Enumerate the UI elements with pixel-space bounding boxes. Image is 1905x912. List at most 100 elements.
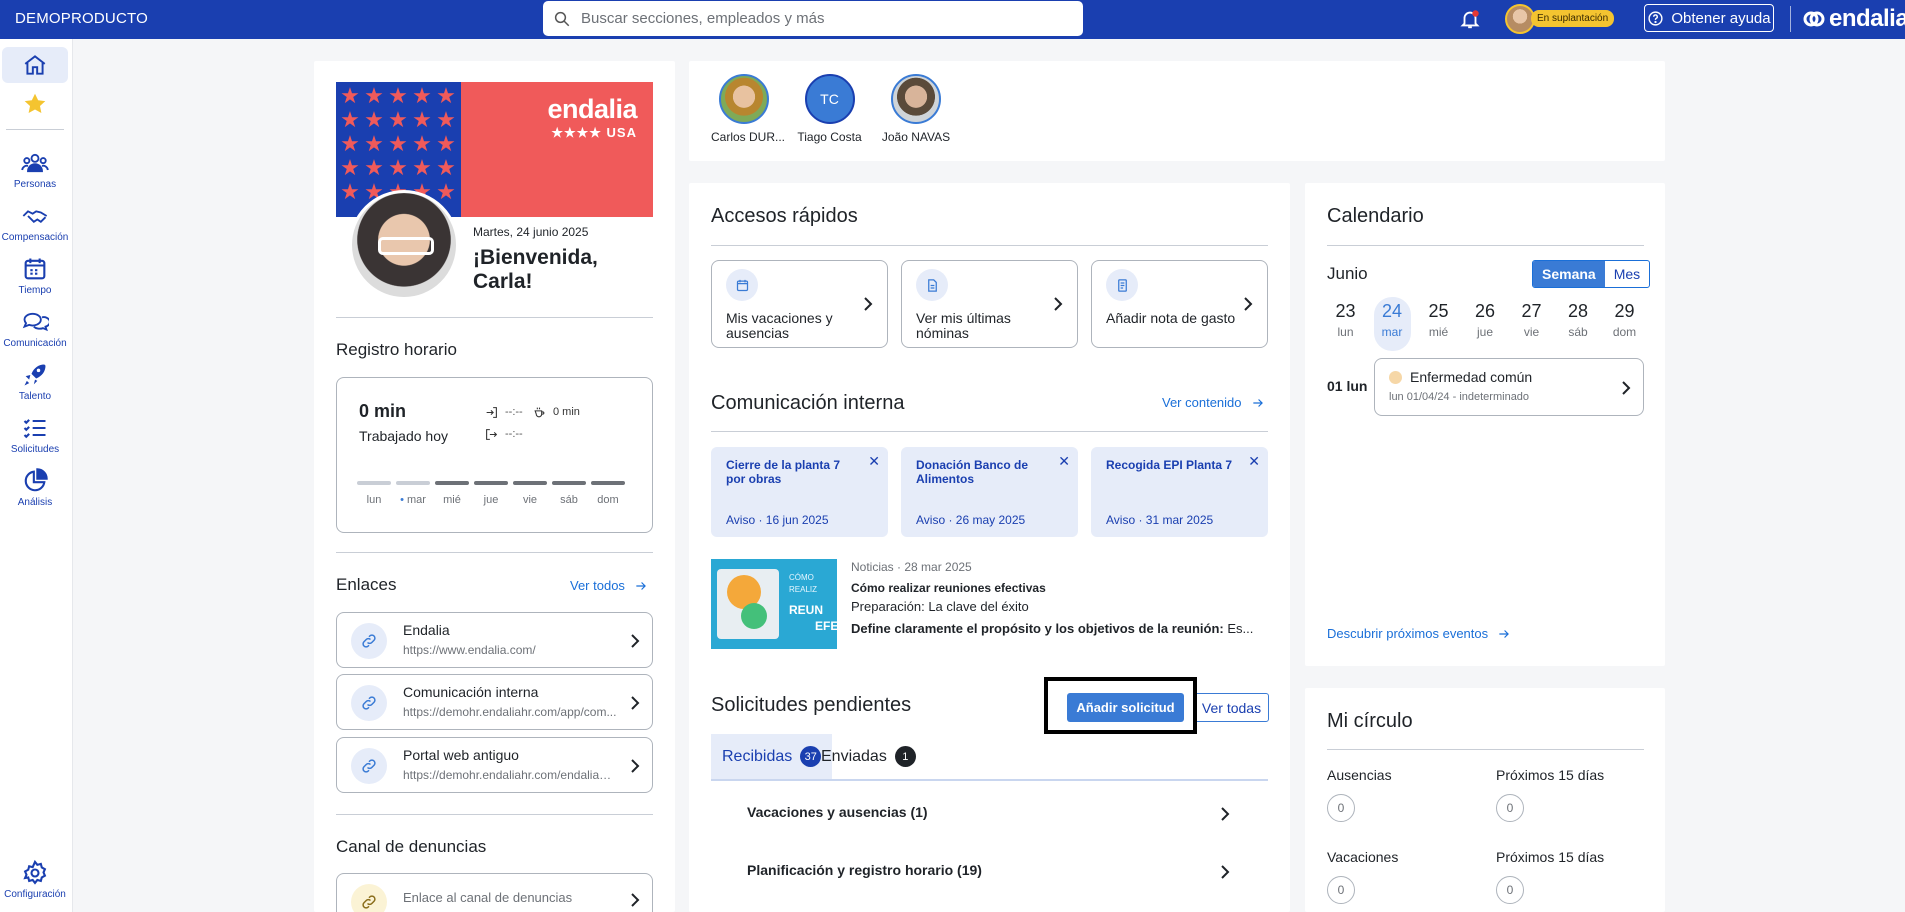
- calendar-day[interactable]: 23 lun: [1327, 297, 1364, 351]
- notice-title: Recogida EPI Planta 7: [1106, 458, 1233, 472]
- circle-count[interactable]: 0: [1496, 876, 1524, 904]
- sidebar-item-compensacion[interactable]: Compensación: [0, 202, 70, 243]
- notice-card[interactable]: Donación Banco de Alimentos ✕ Aviso · 26…: [901, 447, 1078, 537]
- requests-tabs: Recibidas 37 Enviadas 1: [711, 734, 1268, 781]
- calendar-event[interactable]: Enfermedad común lun 01/04/24 - indeterm…: [1374, 358, 1644, 416]
- close-icon[interactable]: ✕: [868, 453, 880, 470]
- search-input[interactable]: [581, 10, 1061, 27]
- team-strip: Carlos DUR... TC Tiago Costa João NAVAS: [689, 61, 1665, 161]
- endalia-logo[interactable]: endalia: [1802, 5, 1905, 33]
- impersonation-indicator[interactable]: En suplantación: [1505, 2, 1615, 35]
- news-excerpt-line1: Preparación: La clave del éxito: [851, 599, 1029, 614]
- tab-enviadas[interactable]: Enviadas 1: [810, 734, 927, 779]
- star-icon: [24, 93, 46, 113]
- week-strip: 23 lun 24 mar 25 mié 26 jue 27 vie 28 sáb 29 do…: [1327, 297, 1643, 351]
- calendar-day-selected[interactable]: 24 mar: [1373, 297, 1411, 351]
- sidebar-item-tiempo[interactable]: Tiempo: [0, 255, 70, 296]
- link-item[interactable]: Comunicación interna https://demohr.enda…: [336, 674, 653, 730]
- link-icon: [362, 759, 376, 773]
- current-date: Martes, 24 junio 2025: [473, 225, 589, 239]
- chevron-right-icon: [631, 634, 640, 648]
- document-icon: [927, 278, 937, 292]
- coffee-icon: [534, 407, 545, 418]
- enlaces-see-all-link[interactable]: Ver todos: [570, 578, 648, 593]
- clock-out-time: --:--: [505, 428, 523, 440]
- see-all-requests-button[interactable]: Ver todas: [1194, 693, 1269, 722]
- calendar-day[interactable]: 26 jue: [1467, 297, 1504, 351]
- calendar-day[interactable]: 28 sáb: [1560, 297, 1597, 351]
- sidebar-item-label: Tiempo: [18, 285, 52, 296]
- section-title-enlaces: Enlaces: [336, 575, 397, 594]
- pie-chart-icon: [24, 468, 48, 492]
- sidebar-item-label: Análisis: [17, 497, 53, 508]
- day-cell: mié: [435, 481, 469, 506]
- link-icon: [362, 634, 376, 648]
- chevron-right-icon: [1221, 807, 1230, 821]
- help-button[interactable]: Obtener ayuda: [1644, 4, 1774, 32]
- whistleblower-link[interactable]: Enlace al canal de denuncias: [336, 873, 653, 912]
- time-tracking-box[interactable]: 0 min Trabajado hoy --:-- --:-- 0 min lu…: [336, 377, 653, 533]
- link-name: Portal web antiguo: [403, 747, 519, 763]
- sidebar-item-label: Compensación: [1, 232, 69, 243]
- circle-count[interactable]: 0: [1496, 794, 1524, 822]
- quick-access-gasto[interactable]: Añadir nota de gasto: [1091, 260, 1268, 348]
- search-box[interactable]: [543, 1, 1083, 36]
- team-member[interactable]: TC Tiago Costa: [797, 74, 862, 144]
- sidebar-item-analisis[interactable]: Análisis: [0, 467, 70, 508]
- divider: [336, 552, 653, 553]
- day-cell: sáb: [552, 481, 586, 506]
- close-icon[interactable]: ✕: [1248, 453, 1260, 470]
- news-meta: Noticias · 28 mar 2025: [851, 560, 972, 574]
- calendar-month: Junio: [1327, 264, 1368, 283]
- quick-access-label: Ver mis últimas nóminas: [916, 310, 1011, 341]
- request-row[interactable]: Planificación y registro horario (19): [711, 850, 1268, 894]
- circle-count[interactable]: 0: [1327, 794, 1355, 822]
- receipt-icon: [1117, 278, 1127, 292]
- sidebar-item-personas[interactable]: Personas: [0, 149, 70, 190]
- discover-events-link[interactable]: Descubrir próximos eventos: [1327, 626, 1511, 641]
- sidebar-item-solicitudes[interactable]: Solicitudes: [0, 414, 70, 455]
- notice-card[interactable]: Recogida EPI Planta 7 ✕ Aviso · 31 mar 2…: [1091, 447, 1268, 537]
- news-title[interactable]: Cómo realizar reuniones efectivas: [851, 581, 1046, 595]
- sidebar-item-configuracion[interactable]: Configuración: [0, 859, 70, 900]
- whistleblower-link-label: Enlace al canal de denuncias: [403, 890, 573, 905]
- sidebar-item-comunicacion[interactable]: Comunicación: [0, 308, 70, 349]
- notice-title: Cierre de la planta 7 por obras: [726, 458, 841, 486]
- circle-label: Vacaciones: [1327, 849, 1399, 865]
- notice-card[interactable]: Cierre de la planta 7 por obras ✕ Aviso …: [711, 447, 888, 537]
- event-color-dot: [1389, 371, 1402, 384]
- quick-access-nominas[interactable]: Ver mis últimas nóminas: [901, 260, 1078, 348]
- sidebar-item-talento[interactable]: Talento: [0, 361, 70, 402]
- divider: [1327, 749, 1644, 750]
- close-icon[interactable]: ✕: [1058, 453, 1070, 470]
- bell-icon[interactable]: [1459, 8, 1481, 30]
- link-name: Comunicación interna: [403, 684, 539, 700]
- link-item[interactable]: Endalia https://www.endalia.com/: [336, 612, 653, 668]
- sidebar-item-label: Solicitudes: [10, 444, 60, 455]
- sidebar-item-label: Comunicación: [3, 338, 67, 349]
- team-member[interactable]: Carlos DUR...: [711, 74, 785, 144]
- team-avatar-initials: TC: [804, 74, 855, 124]
- banner-logo-sub: ★★★★ USA: [551, 125, 637, 140]
- calendar-day[interactable]: 25 mié: [1420, 297, 1457, 351]
- notice-meta: Aviso · 16 jun 2025: [726, 513, 829, 527]
- team-member-name: Tiago Costa: [797, 130, 862, 144]
- news-thumbnail[interactable]: CÓMO REALIZ REUN EFE: [711, 559, 837, 649]
- calendar-day[interactable]: 29 dom: [1606, 297, 1643, 351]
- section-title-registro: Registro horario: [336, 340, 457, 359]
- quick-access-vacaciones[interactable]: Mis vacaciones y ausencias: [711, 260, 888, 348]
- mi-circulo-card: Mi círculo Ausencias Próximos 15 días 0 …: [1305, 688, 1665, 912]
- view-month-button[interactable]: Mes: [1605, 261, 1649, 287]
- link-url: https://demohr.endaliahr.com/app/com...: [403, 705, 617, 719]
- calendar-icon: [24, 258, 46, 280]
- company-name[interactable]: DEMOPRODUCTO: [15, 10, 148, 27]
- request-row[interactable]: Vacaciones y ausencias (1): [711, 792, 1268, 836]
- circle-count[interactable]: 0: [1327, 876, 1355, 904]
- team-member[interactable]: João NAVAS: [881, 74, 951, 144]
- calendar-day[interactable]: 27 vie: [1513, 297, 1550, 351]
- see-content-link[interactable]: Ver contenido: [1162, 395, 1265, 410]
- link-item[interactable]: Portal web antiguo https://demohr.endali…: [336, 737, 653, 793]
- sidebar-item-favorites[interactable]: [20, 89, 50, 119]
- sidebar-item-home[interactable]: [2, 47, 68, 83]
- view-week-button[interactable]: Semana: [1533, 261, 1605, 287]
